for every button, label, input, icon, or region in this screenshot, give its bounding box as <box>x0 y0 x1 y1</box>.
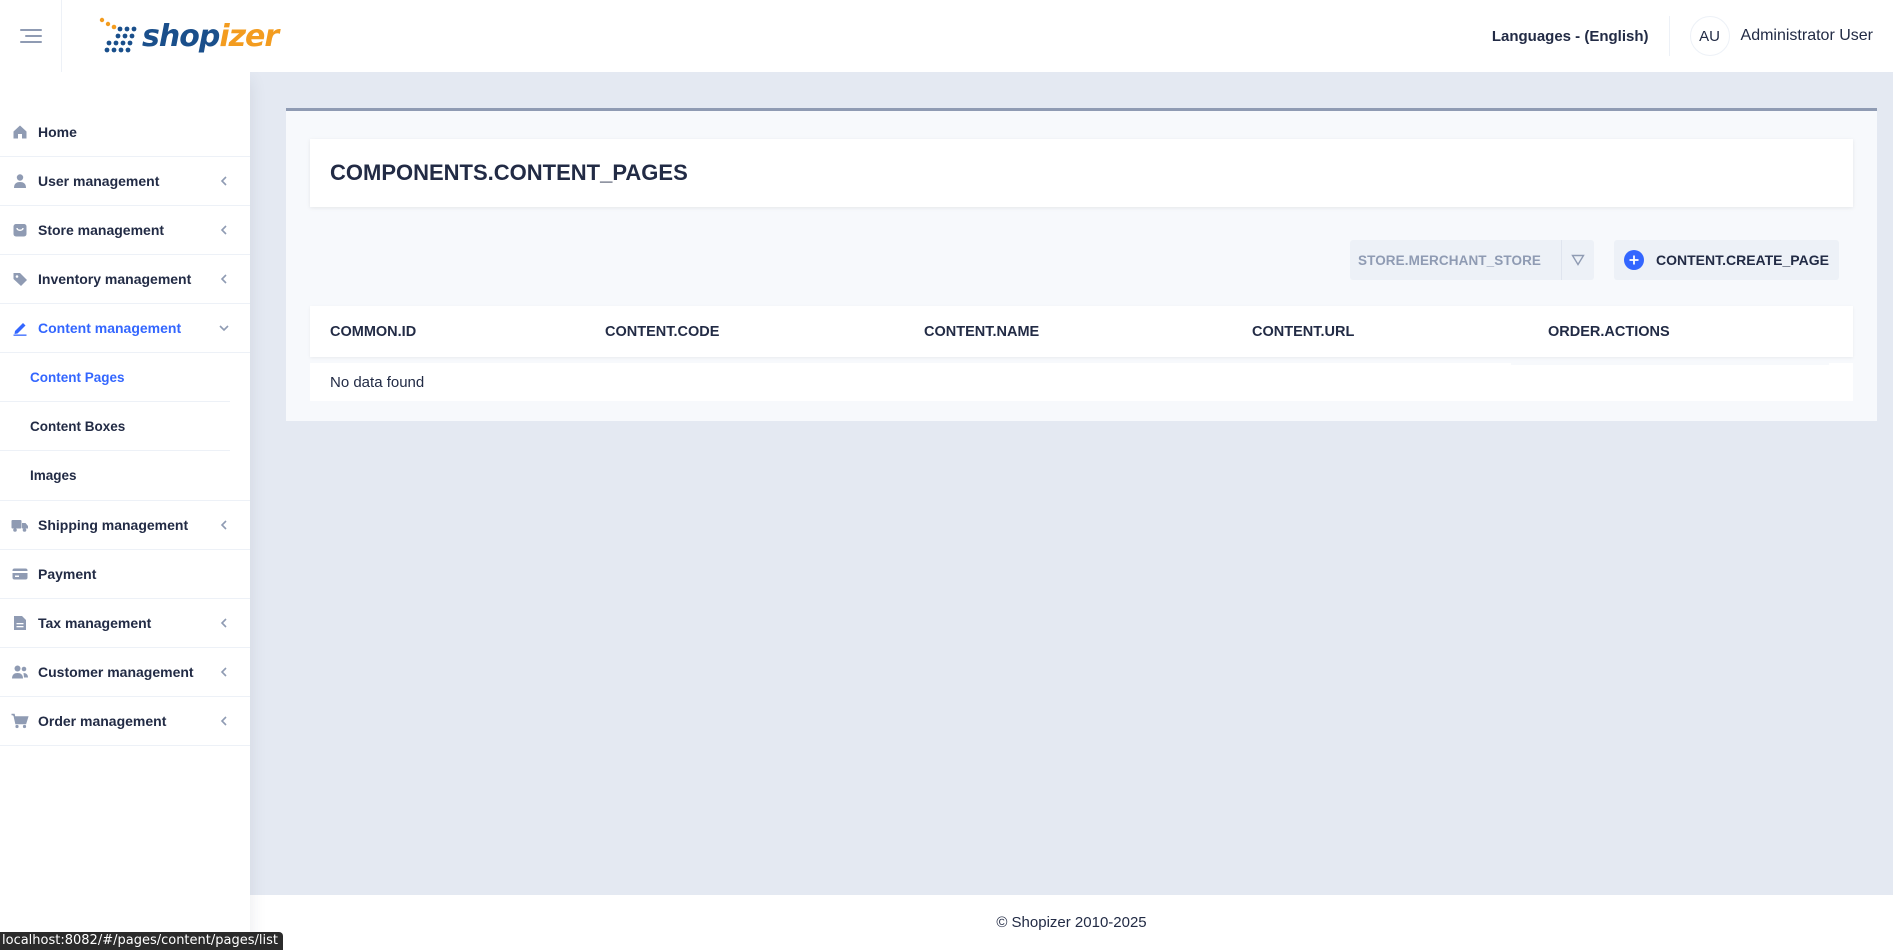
column-header-url[interactable]: CONTENT.URL <box>1252 324 1354 340</box>
chevron-left-icon <box>218 175 230 187</box>
people-icon <box>11 663 29 681</box>
chevron-left-icon <box>218 519 230 531</box>
credit-card-icon <box>11 565 29 583</box>
create-page-button[interactable]: CONTENT.CREATE_PAGE <box>1614 240 1839 280</box>
page-title-box: COMPONENTS.CONTENT_PAGES <box>310 139 1853 207</box>
sidebar-item-label: User management <box>38 173 160 189</box>
table-body: No data found <box>310 363 1853 401</box>
language-selector[interactable]: Languages - (English) <box>1492 16 1670 56</box>
chevron-left-icon <box>218 666 230 678</box>
sidebar-item-label: Store management <box>38 222 165 238</box>
page-title: COMPONENTS.CONTENT_PAGES <box>330 160 688 185</box>
home-icon <box>11 123 29 141</box>
user-menu[interactable]: AU Administrator User <box>1670 16 1893 56</box>
column-header-code[interactable]: CONTENT.CODE <box>605 324 719 340</box>
chevron-left-icon <box>218 617 230 629</box>
logo-dots-icon <box>99 17 137 53</box>
content-management-submenu: Content Pages Content Boxes Images <box>0 353 250 501</box>
edit-icon <box>11 319 29 337</box>
table-divider <box>1511 363 1829 365</box>
logo-text-izer: izer <box>219 18 279 54</box>
sidebar-item-store-management[interactable]: Store management <box>0 206 250 255</box>
merchant-store-select-value: STORE.MERCHANT_STORE <box>1358 252 1542 268</box>
column-header-id[interactable]: COMMON.ID <box>330 324 416 340</box>
logo-text-shop: shop <box>142 18 220 54</box>
sidebar-item-label: Shipping management <box>38 517 189 533</box>
header-actions: Languages - (English) AU Administrator U… <box>1492 0 1893 72</box>
column-header-name[interactable]: CONTENT.NAME <box>924 324 1039 340</box>
sidebar-item-shipping-management[interactable]: Shipping management <box>0 501 250 550</box>
sidebar-item-label: Home <box>38 124 77 140</box>
user-name: Administrator User <box>1740 27 1873 44</box>
sidebar-item-payment[interactable]: Payment <box>0 550 250 599</box>
truck-icon <box>11 516 29 534</box>
main-content: COMPONENTS.CONTENT_PAGES STORE.MERCHANT_… <box>250 72 1893 895</box>
chevron-down-icon <box>218 322 230 334</box>
sidebar-item-user-management[interactable]: User management <box>0 157 250 206</box>
sidebar-item-label: Inventory management <box>38 271 192 287</box>
copyright-text: © Shopizer 2010-2025 <box>996 914 1147 931</box>
sidebar-subitem-content-boxes[interactable]: Content Boxes <box>0 402 230 451</box>
menu-toggle-button[interactable] <box>0 0 62 72</box>
sidebar-item-label: Customer management <box>38 664 194 680</box>
pricetag-icon <box>11 270 29 288</box>
chevron-left-icon <box>218 273 230 285</box>
column-header-actions: ORDER.ACTIONS <box>1548 323 1670 340</box>
file-text-icon <box>11 614 29 632</box>
shopizer-logo[interactable]: shopizer <box>98 0 279 72</box>
sidebar-item-customer-management[interactable]: Customer management <box>0 648 250 697</box>
sidebar-subitem-content-pages[interactable]: Content Pages <box>0 353 230 402</box>
sidebar-item-label: Order management <box>38 713 167 729</box>
sidebar-item-label: Tax management <box>38 615 152 631</box>
chevron-left-icon <box>218 715 230 727</box>
sidebar-item-order-management[interactable]: Order management <box>0 697 250 746</box>
person-icon <box>11 172 29 190</box>
sidebar: Home User management Store management In… <box>0 72 250 950</box>
logo-wordmark: shopizer <box>142 18 279 54</box>
sidebar-subitem-images[interactable]: Images <box>0 451 230 500</box>
browser-status-url: localhost:8082/#/pages/content/pages/lis… <box>0 932 283 950</box>
empty-table-message: No data found <box>330 373 425 391</box>
footer: © Shopizer 2010-2025 <box>250 895 1893 950</box>
dropdown-triangle-icon <box>1561 240 1594 280</box>
avatar: AU <box>1689 16 1730 56</box>
plus-circle-icon <box>1624 250 1644 270</box>
sidebar-item-label: Payment <box>38 566 97 582</box>
shopping-cart-icon <box>11 712 29 730</box>
table-header: COMMON.ID CONTENT.CODE CONTENT.NAME CONT… <box>310 306 1853 357</box>
sidebar-item-home[interactable]: Home <box>0 108 250 157</box>
sidebar-item-content-management[interactable]: Content management <box>0 304 250 353</box>
top-header: shopizer Languages - (English) AU Admini… <box>0 0 1893 72</box>
sidebar-item-label: Content management <box>38 320 182 336</box>
chevron-left-icon <box>218 224 230 236</box>
store-bag-icon <box>11 221 29 239</box>
hamburger-menu-icon <box>19 29 42 43</box>
create-page-button-label: CONTENT.CREATE_PAGE <box>1656 252 1829 268</box>
sidebar-menu: Home User management Store management In… <box>0 72 250 746</box>
content-pages-card: COMPONENTS.CONTENT_PAGES STORE.MERCHANT_… <box>286 108 1877 421</box>
sidebar-item-inventory-management[interactable]: Inventory management <box>0 255 250 304</box>
merchant-store-select[interactable]: STORE.MERCHANT_STORE <box>1350 240 1594 280</box>
sidebar-item-tax-management[interactable]: Tax management <box>0 599 250 648</box>
